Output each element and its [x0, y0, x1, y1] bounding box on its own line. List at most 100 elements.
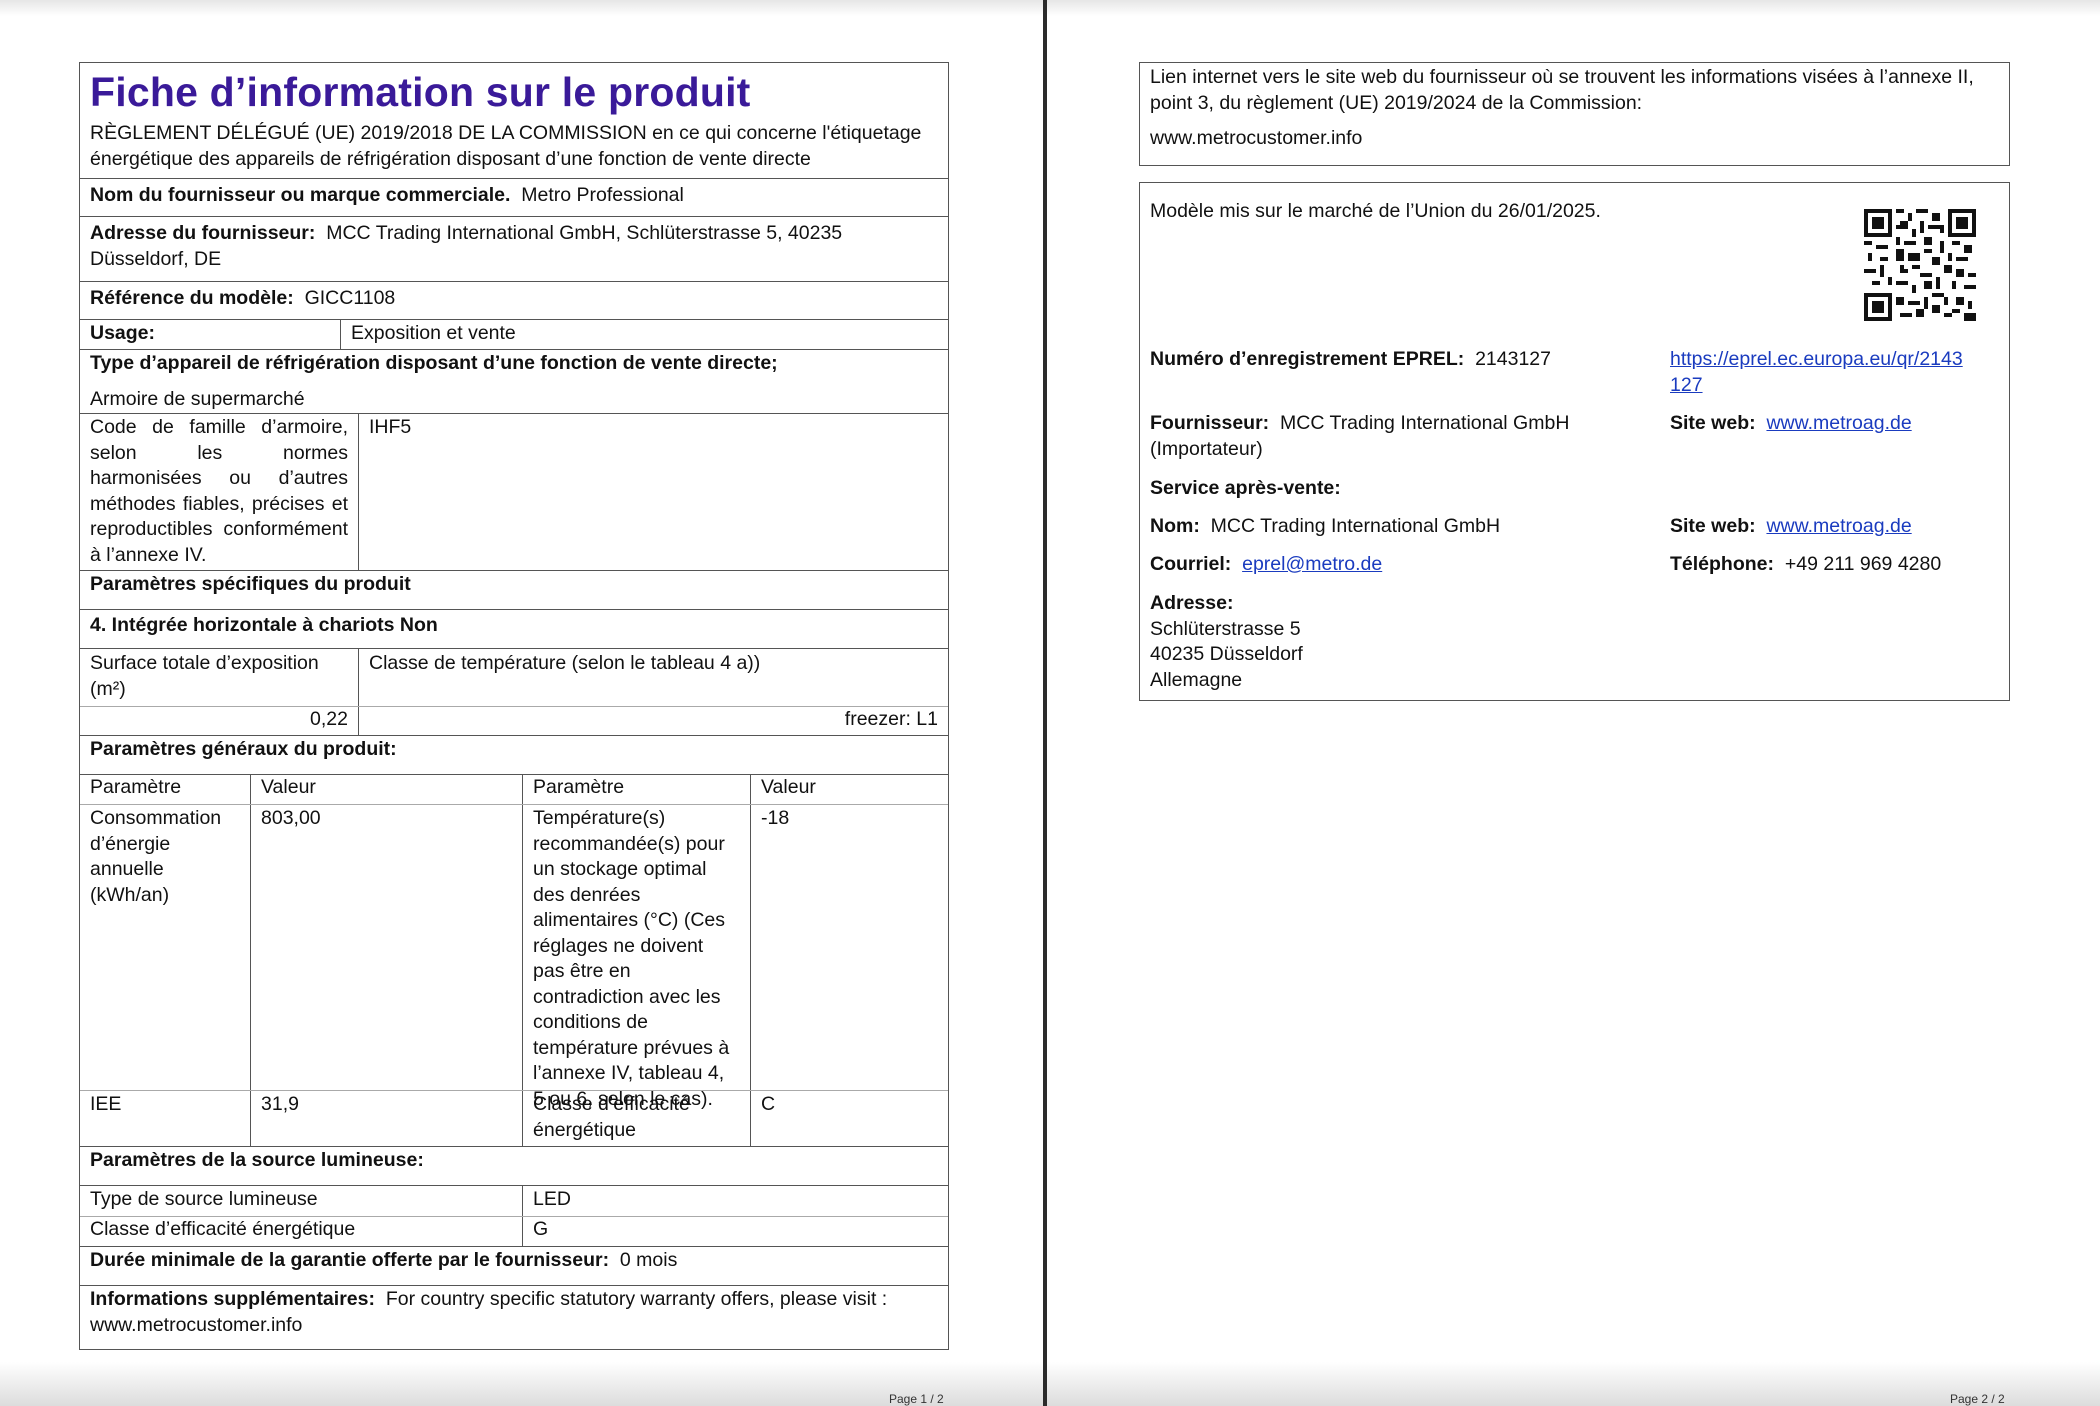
- supplier-name-label: Nom du fournisseur ou marque commerciale…: [90, 184, 511, 206]
- service-name-label: Nom:: [1150, 515, 1200, 537]
- additional-info-row: Informations supplémentaires: For countr…: [80, 1285, 948, 1349]
- phone-row: Téléphone: +49 211 969 4280: [1670, 552, 1941, 578]
- supplier-website-row: Site web: www.metroag.de: [1670, 411, 1912, 437]
- eprel-value: 2143127: [1475, 348, 1551, 370]
- page-title: Fiche d’information sur le produit: [90, 69, 751, 115]
- display-area-value: 0,22: [310, 708, 348, 730]
- table-cell: C: [750, 1091, 948, 1146]
- table-row: IEE 31,9 Classe d’efficacité énergétique…: [80, 1090, 948, 1146]
- page-shadow-bottom: [1047, 1362, 2100, 1406]
- warranty-label: Durée minimale de la garantie offerte pa…: [90, 1249, 610, 1271]
- model-reference-value: GICC1108: [304, 287, 396, 309]
- page-shadow-top: [1047, 0, 2100, 16]
- website-label: Site web:: [1670, 412, 1756, 434]
- qr-code-icon: [1864, 209, 1976, 321]
- service-website-label: Site web:: [1670, 515, 1756, 537]
- email-label: Courriel:: [1150, 553, 1232, 575]
- usage-label: Usage:: [90, 322, 156, 344]
- general-table-header: Paramètre Valeur Paramètre Valeur: [80, 775, 948, 804]
- light-source-table: Type de source lumineuse LED Classe d’ef…: [80, 1185, 948, 1246]
- address-line: 40235 Düsseldorf: [1150, 643, 1303, 665]
- supplier-name-row: Nom du fournisseur ou marque commerciale…: [80, 178, 948, 216]
- placed-on-market-text: Modèle mis sur le marché de l’Union du 2…: [1150, 200, 1601, 222]
- table-cell: 31,9: [250, 1091, 522, 1146]
- phone-value: +49 211 969 4280: [1784, 553, 1942, 575]
- supplier-address-label: Adresse du fournisseur:: [90, 222, 316, 244]
- eprel-number: Numéro d’enregistrement EPREL: 2143127: [1150, 347, 1551, 373]
- general-table-header-cell: Valeur: [250, 775, 522, 804]
- specific-params-heading: Paramètres spécifiques du produit: [80, 570, 948, 609]
- email-row: Courriel: eprel@metro.de: [1150, 552, 1382, 578]
- supplier-address-row: Adresse du fournisseur: MCC Trading Inte…: [80, 216, 948, 281]
- appliance-type-row: Type d’appareil de réfrigération disposa…: [80, 349, 948, 413]
- model-reference-label: Référence du modèle:: [90, 287, 294, 309]
- table-cell: 803,00: [250, 805, 522, 1090]
- website-link[interactable]: www.metroag.de: [1766, 412, 1911, 434]
- temperature-class-label: Classe de température (selon le tableau …: [358, 649, 948, 706]
- website-url[interactable]: www.metrocustomer.info: [1150, 126, 1999, 152]
- supplier-row: Fournisseur: MCC Trading International G…: [1150, 411, 1650, 462]
- address-block: Adresse: Schlüterstrasse 5 40235 Düsseld…: [1150, 591, 1303, 693]
- eprel-label: Numéro d’enregistrement EPREL:: [1150, 348, 1465, 370]
- website-info-text: Lien internet vers le site web du fourni…: [1150, 66, 1974, 114]
- general-params-heading: Paramètres généraux du produit:: [80, 735, 948, 774]
- table-cell: Consommation d’énergie annuelle (kWh/an): [90, 807, 222, 906]
- page-shadow-bottom: [0, 1362, 1043, 1406]
- appliance-type-value: Armoire de supermarché: [90, 387, 305, 410]
- table-cell: IEE: [90, 1093, 122, 1115]
- table-row: Type de source lumineuse LED: [80, 1186, 948, 1216]
- usage-value: Exposition et vente: [340, 320, 948, 349]
- eprel-link[interactable]: https://eprel.ec.europa.eu/qr/2143127: [1670, 347, 1970, 398]
- product-info-sheet: Fiche d’information sur le produit RÈGLE…: [79, 62, 949, 1350]
- phone-label: Téléphone:: [1670, 553, 1775, 575]
- integrated-heading: 4. Intégrée horizontale à chariots Non: [80, 609, 948, 648]
- service-website-row: Site web: www.metroag.de: [1670, 514, 1912, 540]
- display-area-label: Surface totale d’exposition (m²): [90, 652, 319, 700]
- regulation-text: RÈGLEMENT DÉLÉGUÉ (UE) 2019/2018 DE LA C…: [90, 122, 922, 170]
- title-block: Fiche d’information sur le produit RÈGLE…: [80, 63, 948, 178]
- warranty-row: Durée minimale de la garantie offerte pa…: [80, 1246, 948, 1285]
- general-table-header-cell: Valeur: [750, 775, 948, 804]
- temperature-class-value: freezer: L1: [358, 707, 948, 735]
- table-cell: Classe d’efficacité énergétique: [522, 1091, 750, 1146]
- address-line: Allemagne: [1150, 668, 1243, 691]
- table-row: Classe d’efficacité énergétique G: [80, 1216, 948, 1246]
- address-line: Schlüterstrasse 5: [1150, 617, 1301, 640]
- general-params-table: Paramètre Valeur Paramètre Valeur Consom…: [80, 774, 948, 1146]
- warranty-value: 0 mois: [619, 1249, 678, 1271]
- page-2: Lien internet vers le site web du fourni…: [1047, 0, 2100, 1406]
- page-1: Fiche d’information sur le produit RÈGLE…: [0, 0, 1043, 1406]
- usage-row: Usage: Exposition et vente: [80, 319, 948, 349]
- supplier-website-box: Lien internet vers le site web du fourni…: [1139, 62, 2010, 166]
- light-source-heading: Paramètres de la source lumineuse:: [80, 1146, 948, 1185]
- table-cell: -18: [750, 805, 948, 1090]
- table-row: Consommation d’énergie annuelle (kWh/an)…: [80, 804, 948, 1110]
- family-code-value: IHF5: [358, 414, 948, 570]
- page-footer: Page 1 / 2: [889, 1392, 944, 1406]
- email-link[interactable]: eprel@metro.de: [1242, 553, 1382, 575]
- general-table-header-cell: Paramètre: [90, 776, 182, 798]
- address-label: Adresse:: [1150, 592, 1234, 614]
- table-cell: LED: [522, 1186, 948, 1216]
- family-code-label: Code de famille d’armoire, selon les nor…: [90, 416, 348, 566]
- additional-info-label: Informations supplémentaires:: [90, 1288, 375, 1310]
- general-table-header-cell: Paramètre: [522, 775, 750, 804]
- table-cell: Température(s) recommandée(s) pour un st…: [522, 805, 750, 1110]
- service-name-value: MCC Trading International GmbH: [1210, 515, 1501, 537]
- page-footer: Page 2 / 2: [1950, 1392, 2005, 1406]
- model-reference-row: Référence du modèle: GICC1108: [80, 281, 948, 319]
- table-cell: G: [522, 1217, 948, 1246]
- display-area-value-row: 0,22 freezer: L1: [80, 706, 948, 735]
- eprel-info-box: Modèle mis sur le marché de l’Union du 2…: [1139, 182, 2010, 701]
- after-sales-heading: Service après-vente:: [1150, 477, 1341, 499]
- supplier-name-value: Metro Professional: [521, 184, 684, 206]
- service-name-row: Nom: MCC Trading International GmbH: [1150, 514, 1500, 540]
- supplier-label: Fournisseur:: [1150, 412, 1270, 434]
- display-area-header-row: Surface totale d’exposition (m²) Classe …: [80, 648, 948, 706]
- appliance-type-heading: Type d’appareil de réfrigération disposa…: [90, 352, 778, 374]
- service-website-link[interactable]: www.metroag.de: [1766, 515, 1911, 537]
- family-code-row: Code de famille d’armoire, selon les nor…: [80, 413, 948, 570]
- page-shadow-top: [0, 0, 1043, 16]
- table-cell: Classe d’efficacité énergétique: [90, 1218, 356, 1240]
- table-cell: Type de source lumineuse: [90, 1188, 318, 1210]
